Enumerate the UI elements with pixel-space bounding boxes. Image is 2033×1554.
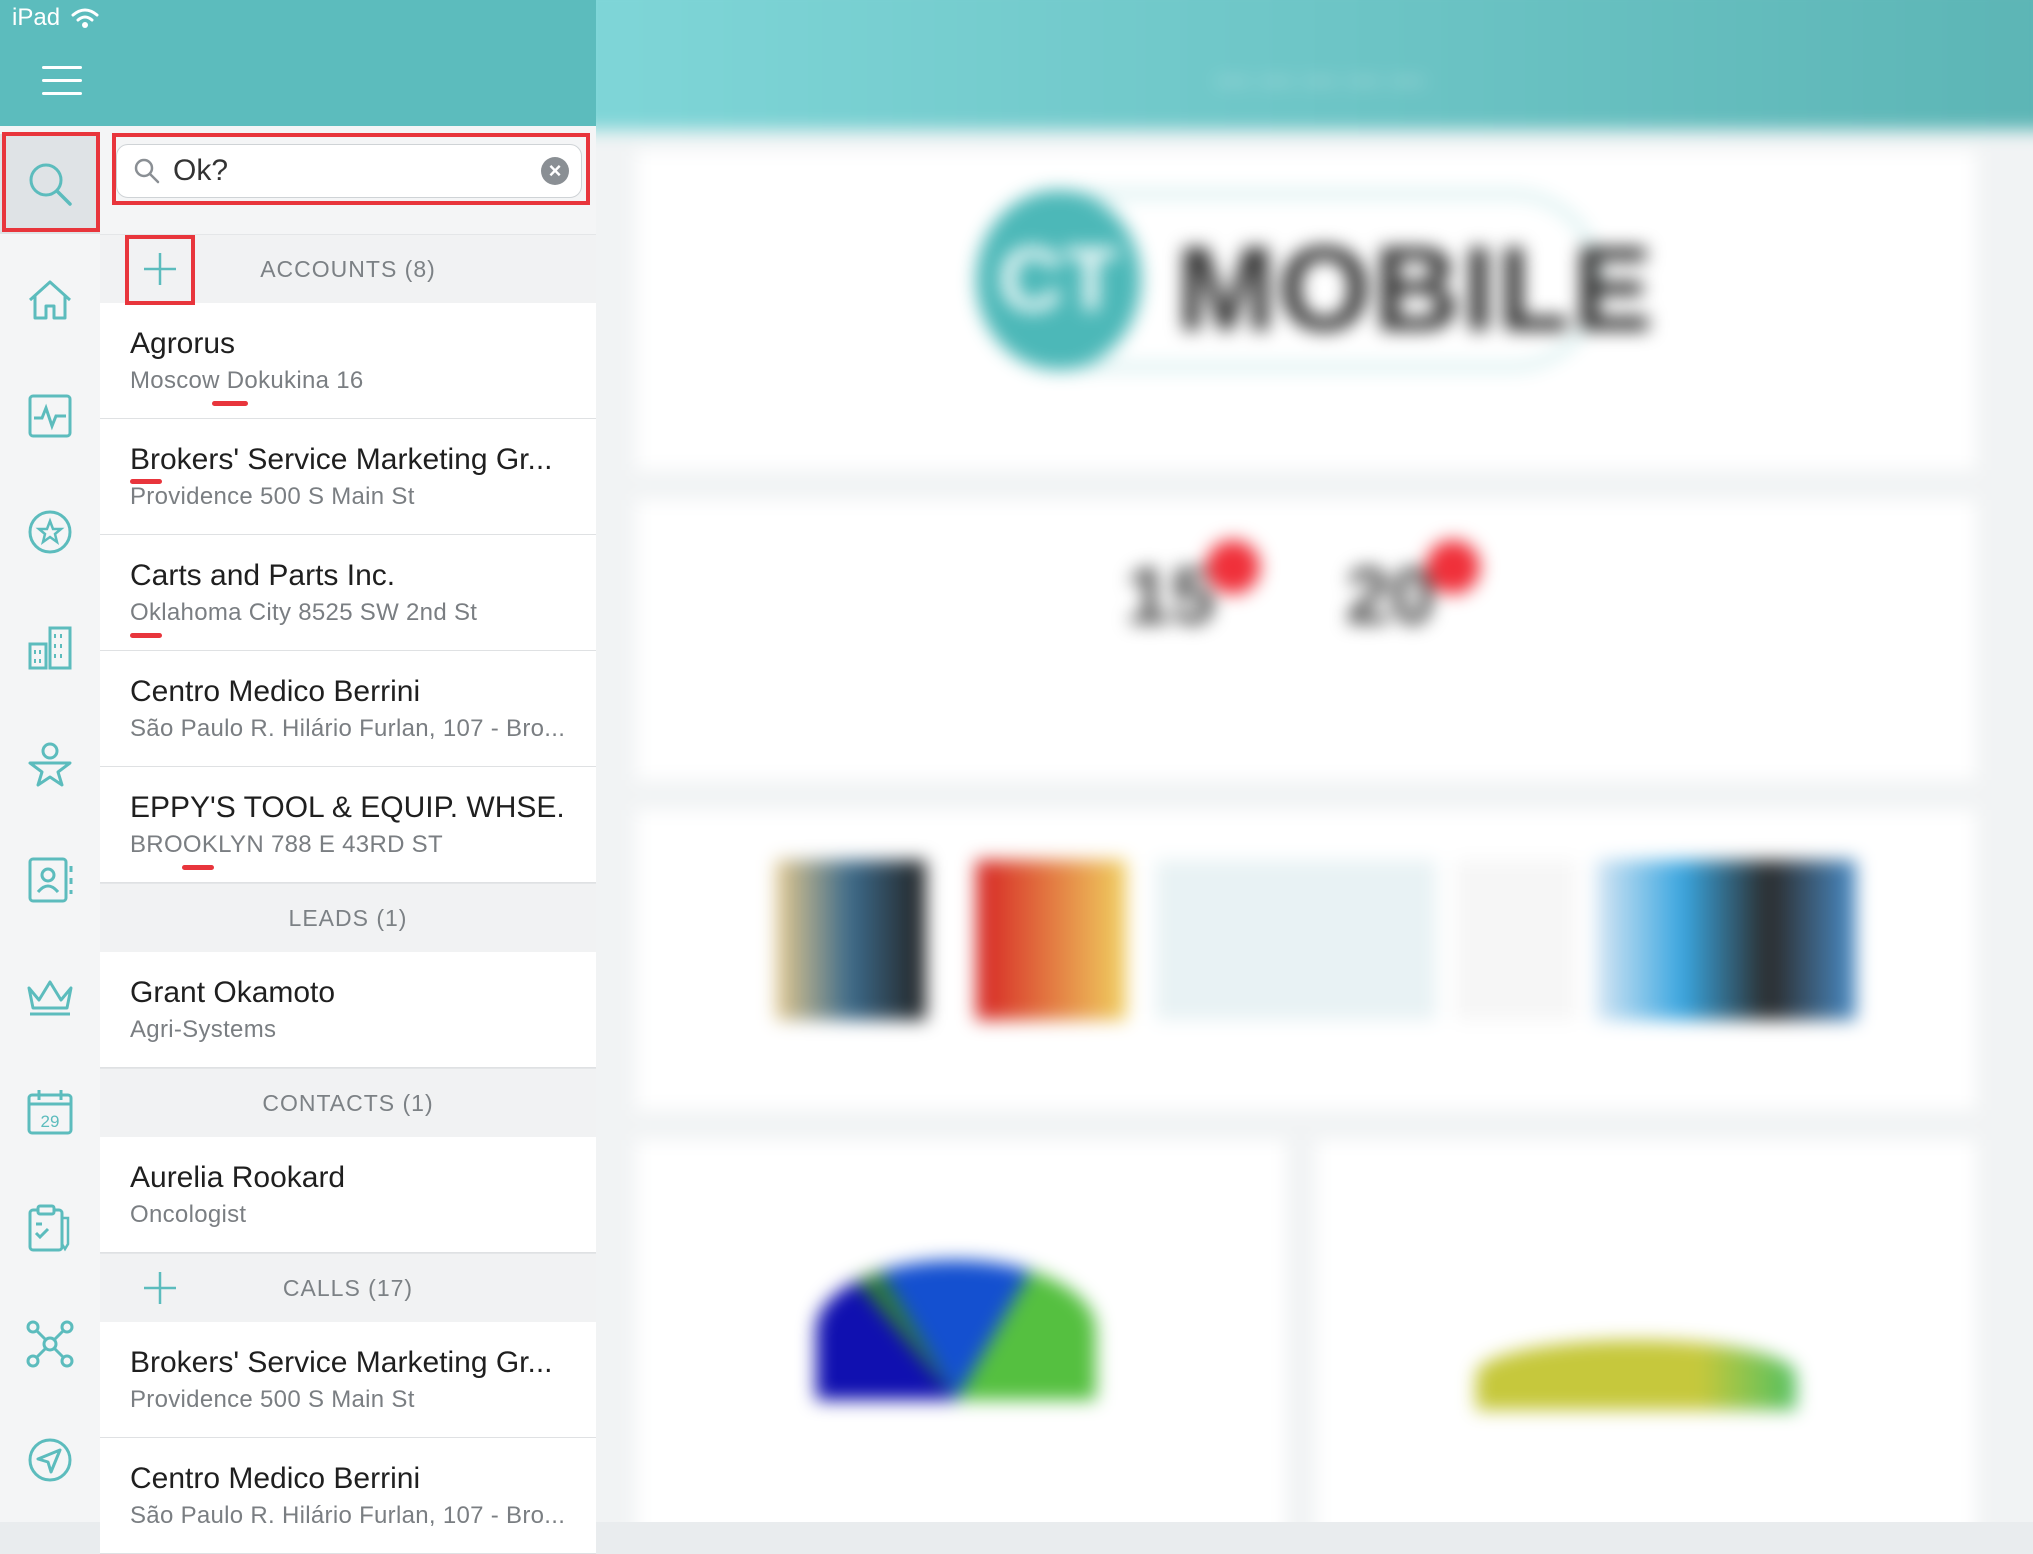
nav-network-button[interactable] (0, 1294, 100, 1394)
dashboard-header: — — — — — (596, 0, 2033, 130)
nav-calendar-button[interactable]: 29 (0, 1062, 100, 1162)
calendar-icon: 29 (27, 1090, 73, 1135)
search-results-list: ACCOUNTS (8) Agrorus Moscow Dokukina 16 Bro… (100, 234, 596, 1554)
result-row[interactable]: Centro Medico Berrini São Paulo R. Hilári… (100, 1438, 596, 1554)
section-header: LEADS (1) (100, 883, 596, 952)
section-label: LEADS (1) (288, 905, 408, 931)
highlight-search-field (112, 133, 590, 205)
result-title: Carts and Parts Inc. (130, 559, 396, 592)
result-title: Centro Medico Berrini (130, 1462, 421, 1495)
result-subtitle: Moscow Dokukina 16 (130, 367, 364, 394)
checklist-icon (28, 1204, 70, 1252)
result-title: Centro Medico Berrini (130, 675, 421, 708)
highlight-search-nav (2, 132, 100, 232)
nav-person-button[interactable] (0, 714, 100, 814)
nav-contacts-button[interactable] (0, 830, 100, 930)
dashboard-title-blur: — — — — — (1216, 60, 1424, 98)
hamburger-menu-button[interactable] (38, 60, 88, 100)
home-icon (28, 280, 72, 320)
nav-home-button[interactable] (0, 250, 100, 350)
kpi-card: 15 20 (636, 500, 1976, 780)
match-underline (130, 479, 162, 484)
logo-mark: CT (976, 190, 1141, 370)
logo-word: MOBILE (1176, 222, 1655, 356)
result-row[interactable]: Grant Okamoto Agri-Systems (100, 952, 596, 1068)
highlight-add-account (125, 235, 195, 305)
nav-tasks-button[interactable] (0, 1178, 100, 1278)
navigation-icon (28, 1438, 72, 1482)
add-icon[interactable] (140, 1268, 180, 1308)
match-underline (182, 865, 214, 870)
section-label: ACCOUNTS (8) (260, 256, 436, 282)
menu-line (42, 79, 82, 82)
result-title: Agrorus (130, 327, 236, 360)
match-underline (212, 401, 248, 406)
nav-favorites-button[interactable] (0, 482, 100, 582)
media-card (636, 810, 1976, 1110)
result-subtitle: São Paulo R. Hilário Furlan, 107 - Bro..… (130, 715, 566, 742)
gauge-chart-left (816, 1260, 1096, 1400)
menu-line (42, 92, 82, 95)
chart-card-left (636, 1140, 1286, 1522)
device-label: iPad (12, 4, 61, 31)
activity-icon (28, 394, 72, 438)
result-row[interactable]: Brokers' Service Marketing Gr... Providen… (100, 1322, 596, 1438)
section-label: CALLS (17) (282, 1275, 414, 1301)
result-subtitle: São Paulo R. Hilário Furlan, 107 - Bro..… (130, 1502, 566, 1529)
result-subtitle: Agri-Systems (130, 1016, 277, 1043)
contacts-book-icon (28, 857, 73, 903)
result-title: Brokers' Service Marketing Gr... (130, 1346, 553, 1379)
result-title: Aurelia Rookard (130, 1161, 346, 1194)
result-row[interactable]: Carts and Parts Inc. Oklahoma City 8525 S… (100, 535, 596, 651)
result-subtitle: BROOKLYN 788 E 43RD ST (130, 831, 443, 858)
result-subtitle: Providence 500 S Main St (130, 1386, 415, 1413)
wifi-icon (71, 8, 99, 28)
result-title: Brokers' Service Marketing Gr... (130, 443, 553, 476)
media-thumb-5 (1596, 860, 1856, 1020)
nav-navigate-button[interactable] (0, 1410, 100, 1510)
kpi-value-a: 15 (1126, 551, 1215, 640)
match-underline (130, 633, 162, 638)
media-thumb-1 (776, 860, 926, 1020)
search-panel: iPad 29 Ok? × ACCOUNTS (8) Agrorus Mosco… (0, 0, 596, 1554)
media-thumb-4 (1456, 860, 1576, 1020)
nav-activity-button[interactable] (0, 366, 100, 466)
result-subtitle: Oncologist (130, 1201, 247, 1228)
section-header: CONTACTS (1) (100, 1068, 596, 1137)
kpi-badge-b (1426, 540, 1480, 594)
buildings-icon (28, 626, 72, 670)
kpi-value-b: 20 (1346, 551, 1435, 640)
nav-rail: 29 (0, 126, 101, 1522)
result-row[interactable]: Centro Medico Berrini São Paulo R. Hilári… (100, 651, 596, 767)
result-row[interactable]: Brokers' Service Marketing Gr... Providen… (100, 419, 596, 535)
person-star-icon (28, 742, 72, 787)
result-row[interactable]: EPPY'S TOOL & EQUIP. WHSE. BROOKLYN 788 E… (100, 767, 596, 883)
result-title: Grant Okamoto (130, 976, 336, 1009)
media-thumb-3 (1156, 860, 1436, 1020)
top-bar: iPad (0, 0, 596, 126)
logo-card: CT MOBILE (636, 150, 1976, 470)
dashboard-background: — — — — — CT MOBILE 15 20 (596, 0, 2033, 1522)
media-thumb-2 (976, 860, 1126, 1020)
network-icon (26, 1320, 74, 1368)
menu-line (42, 66, 82, 69)
favorites-icon (28, 510, 72, 554)
result-title: EPPY'S TOOL & EQUIP. WHSE. (130, 791, 565, 824)
result-subtitle: Providence 500 S Main St (130, 483, 415, 510)
result-row[interactable]: Agrorus Moscow Dokukina 16 (100, 303, 596, 419)
kpi-badge-a (1206, 540, 1260, 594)
result-row[interactable]: Aurelia Rookard Oncologist (100, 1137, 596, 1253)
gauge-chart-right (1476, 1340, 1796, 1410)
chart-card-right (1316, 1140, 1976, 1522)
crown-icon (27, 980, 73, 1016)
section-header: CALLS (17) (100, 1253, 596, 1322)
nav-accounts-button[interactable] (0, 598, 100, 698)
section-label: CONTACTS (1) (262, 1090, 434, 1116)
nav-crown-button[interactable] (0, 946, 100, 1046)
calendar-day: 29 (41, 1112, 60, 1131)
result-subtitle: Oklahoma City 8525 SW 2nd St (130, 599, 478, 626)
